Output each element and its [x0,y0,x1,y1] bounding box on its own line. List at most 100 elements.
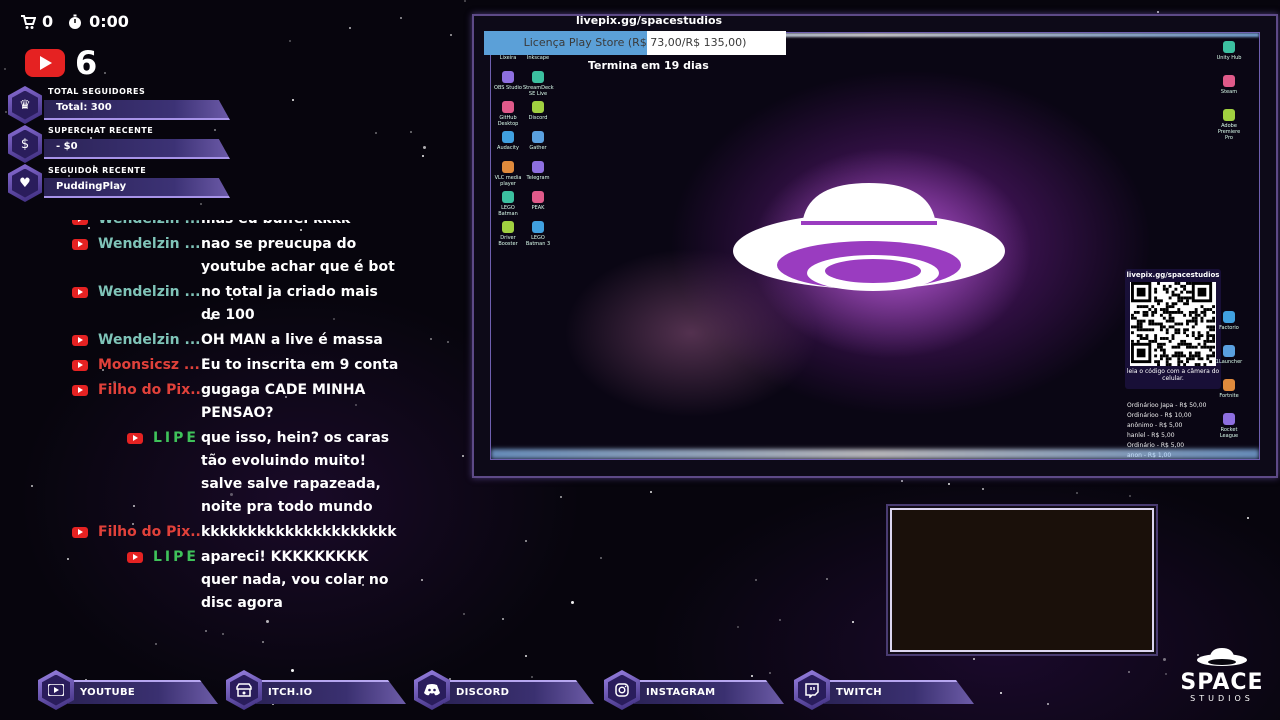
stat-superchat: $ SUPERCHAT RECENTE - $0 [8,125,230,163]
webcam-area [890,508,1154,652]
app-icon [502,221,514,233]
desktop-icon[interactable]: Discord [523,101,553,121]
desktop-icon[interactable]: Fortnite [1214,379,1244,399]
desktop-capture: livepix.gg/spacestudios leia o código co… [490,32,1260,460]
app-icon [1223,345,1235,357]
youtube-icon [72,385,88,396]
qr-code-icon [1130,282,1216,366]
desktop-icon[interactable]: Adobe Premiere Pro [1214,109,1244,141]
stat-total-followers: ♛ TOTAL SEGUIDORES Total: 300 [8,86,230,124]
donor-entry: Ordinário - R$ 5,00 [1127,442,1185,449]
chat-author: Wendelzin ... [98,284,201,300]
app-icon [532,191,544,203]
desktop-icon[interactable]: Telegram [523,161,553,181]
desktop-icon[interactable]: Unity Hub [1214,41,1244,61]
youtube-icon [72,287,88,298]
qr-caption: leia o código com a câmera do celular. [1126,368,1220,382]
crown-icon: ♛ [12,90,38,120]
donor-entry: anônimo - R$ 5,00 [1127,422,1183,429]
chat-message: Wendelzin ... OH MAN a live é massa [72,329,412,352]
chat-text: kkkkkkkkkkkkkkkkkkkkk [201,524,397,540]
desktop-icon[interactable]: LEGO Batman 3 [523,221,553,247]
desktop-icon[interactable]: LEGO Batman [493,191,523,217]
youtube-icon [48,684,64,696]
desktop-icon[interactable]: Driver Booster [493,221,523,247]
desktop-icon[interactable]: Audacity [493,131,523,151]
timer: 0:00 [67,12,129,31]
app-icon [1223,75,1235,87]
chat-message: Moonsicsz ... Eu to inscrita em 9 conta [72,354,412,377]
chat-author: Wendelzin ... [98,236,201,252]
youtube-viewer-count: 6 [25,44,97,82]
desktop-icon[interactable]: VLC media player [493,161,523,187]
stopwatch-icon [69,14,82,29]
social-itchio[interactable]: ITCH.IO [226,670,416,712]
chat-message: LIPE que isso, hein? os caras tão evoluin… [72,427,412,519]
chat-message: Filho do Pix... gugaga CADE MINHA PENSAO? [72,379,412,425]
twitch-icon [805,682,819,698]
chat-text: nao se preucupa do youtube achar que é b… [201,236,395,275]
chat-author: LIPE [153,549,199,565]
app-icon [532,221,544,233]
chat-text: mas eu buffei kkkk [201,220,401,231]
chat-text: no total ja criado mais de 100 [201,284,378,323]
youtube-icon [72,360,88,371]
app-icon [1223,413,1235,425]
social-twitch[interactable]: TWITCH [794,670,984,712]
item-count: 0 [42,12,54,31]
heart-icon: ♥ [12,168,38,198]
desktop-icon[interactable]: Factorio [1214,311,1244,331]
desktop-icon[interactable]: StreamDeck SE Live [523,71,554,97]
chat-message: Wendelzin ...mas eu buffei kkkk [72,220,412,231]
donor-entry: Ordinárioo - R$ 10,00 [1127,412,1192,419]
desktop-icon[interactable]: GitHub Desktop [493,101,523,127]
chat-message: Wendelzin ... nao se preucupa do youtube … [72,233,412,279]
app-icon [502,191,514,203]
social-discord[interactable]: DISCORD [414,670,604,712]
chat-text: OH MAN a live é massa [201,332,383,348]
discord-icon [424,684,440,696]
viewer-count: 6 [75,44,98,82]
chat-author: LIPE [153,430,199,446]
app-icon [532,101,544,113]
chat-message: Wendelzin ... no total ja criado mais de … [72,281,412,327]
donor-list: Ordinárioo Japa - R$ 50,00 Ordinárioo - R… [1127,401,1207,459]
chat-author: Wendelzin ... [98,220,201,231]
donor-entry: anon - R$ 1,00 [1127,452,1172,459]
app-icon [502,101,514,113]
chat-message: Filho do Pix... kkkkkkkkkkkkkkkkkkkkk [72,521,412,544]
desktop-icon[interactable]: Gather [523,131,553,151]
desktop-icon[interactable]: OBS Studio [493,71,523,91]
app-icon [502,131,514,143]
qr-url: livepix.gg/spacestudios [1126,271,1220,279]
donor-entry: hanlel - R$ 5,00 [1127,432,1175,439]
app-icon [1223,41,1235,53]
app-icon [502,161,514,173]
desktop-icon[interactable]: Rocket League [1214,413,1244,439]
license-goal-text: Licença Play Store (R$ 73,00/R$ 135,00) [523,36,747,49]
youtube-icon [25,49,65,77]
youtube-icon [72,220,88,225]
app-icon [532,131,544,143]
app-icon [532,161,544,173]
desktop-icon[interactable]: Steam [1214,75,1244,95]
chat-text: que isso, hein? os caras tão evoluindo m… [201,430,390,515]
desktop-icon[interactable]: 1Launcher [1214,345,1244,365]
license-goal-bar: Licença Play Store (R$ 73,00/R$ 135,00) [484,31,786,55]
top-counters: 0 0:00 [20,12,129,31]
livepix-url: livepix.gg/spacestudios [576,14,723,27]
donor-entry: Ordinárioo Japa - R$ 50,00 [1127,402,1207,409]
chat-author: Wendelzin ... [98,332,201,348]
desktop-icon[interactable]: PEAK [523,191,553,211]
instagram-icon [615,683,629,697]
social-youtube[interactable]: YOUTUBE [38,670,228,712]
cart-icon [21,14,36,29]
itchio-icon [236,683,252,697]
social-instagram[interactable]: INSTAGRAM [604,670,794,712]
app-icon [532,71,544,83]
chat-text: apareci! KKKKKKKKK quer nada, vou colar … [201,549,389,611]
goal-expiry: Termina em 19 dias [588,59,709,72]
app-icon [502,71,514,83]
youtube-icon [72,239,88,250]
chat-author: Filho do Pix... [98,524,201,540]
